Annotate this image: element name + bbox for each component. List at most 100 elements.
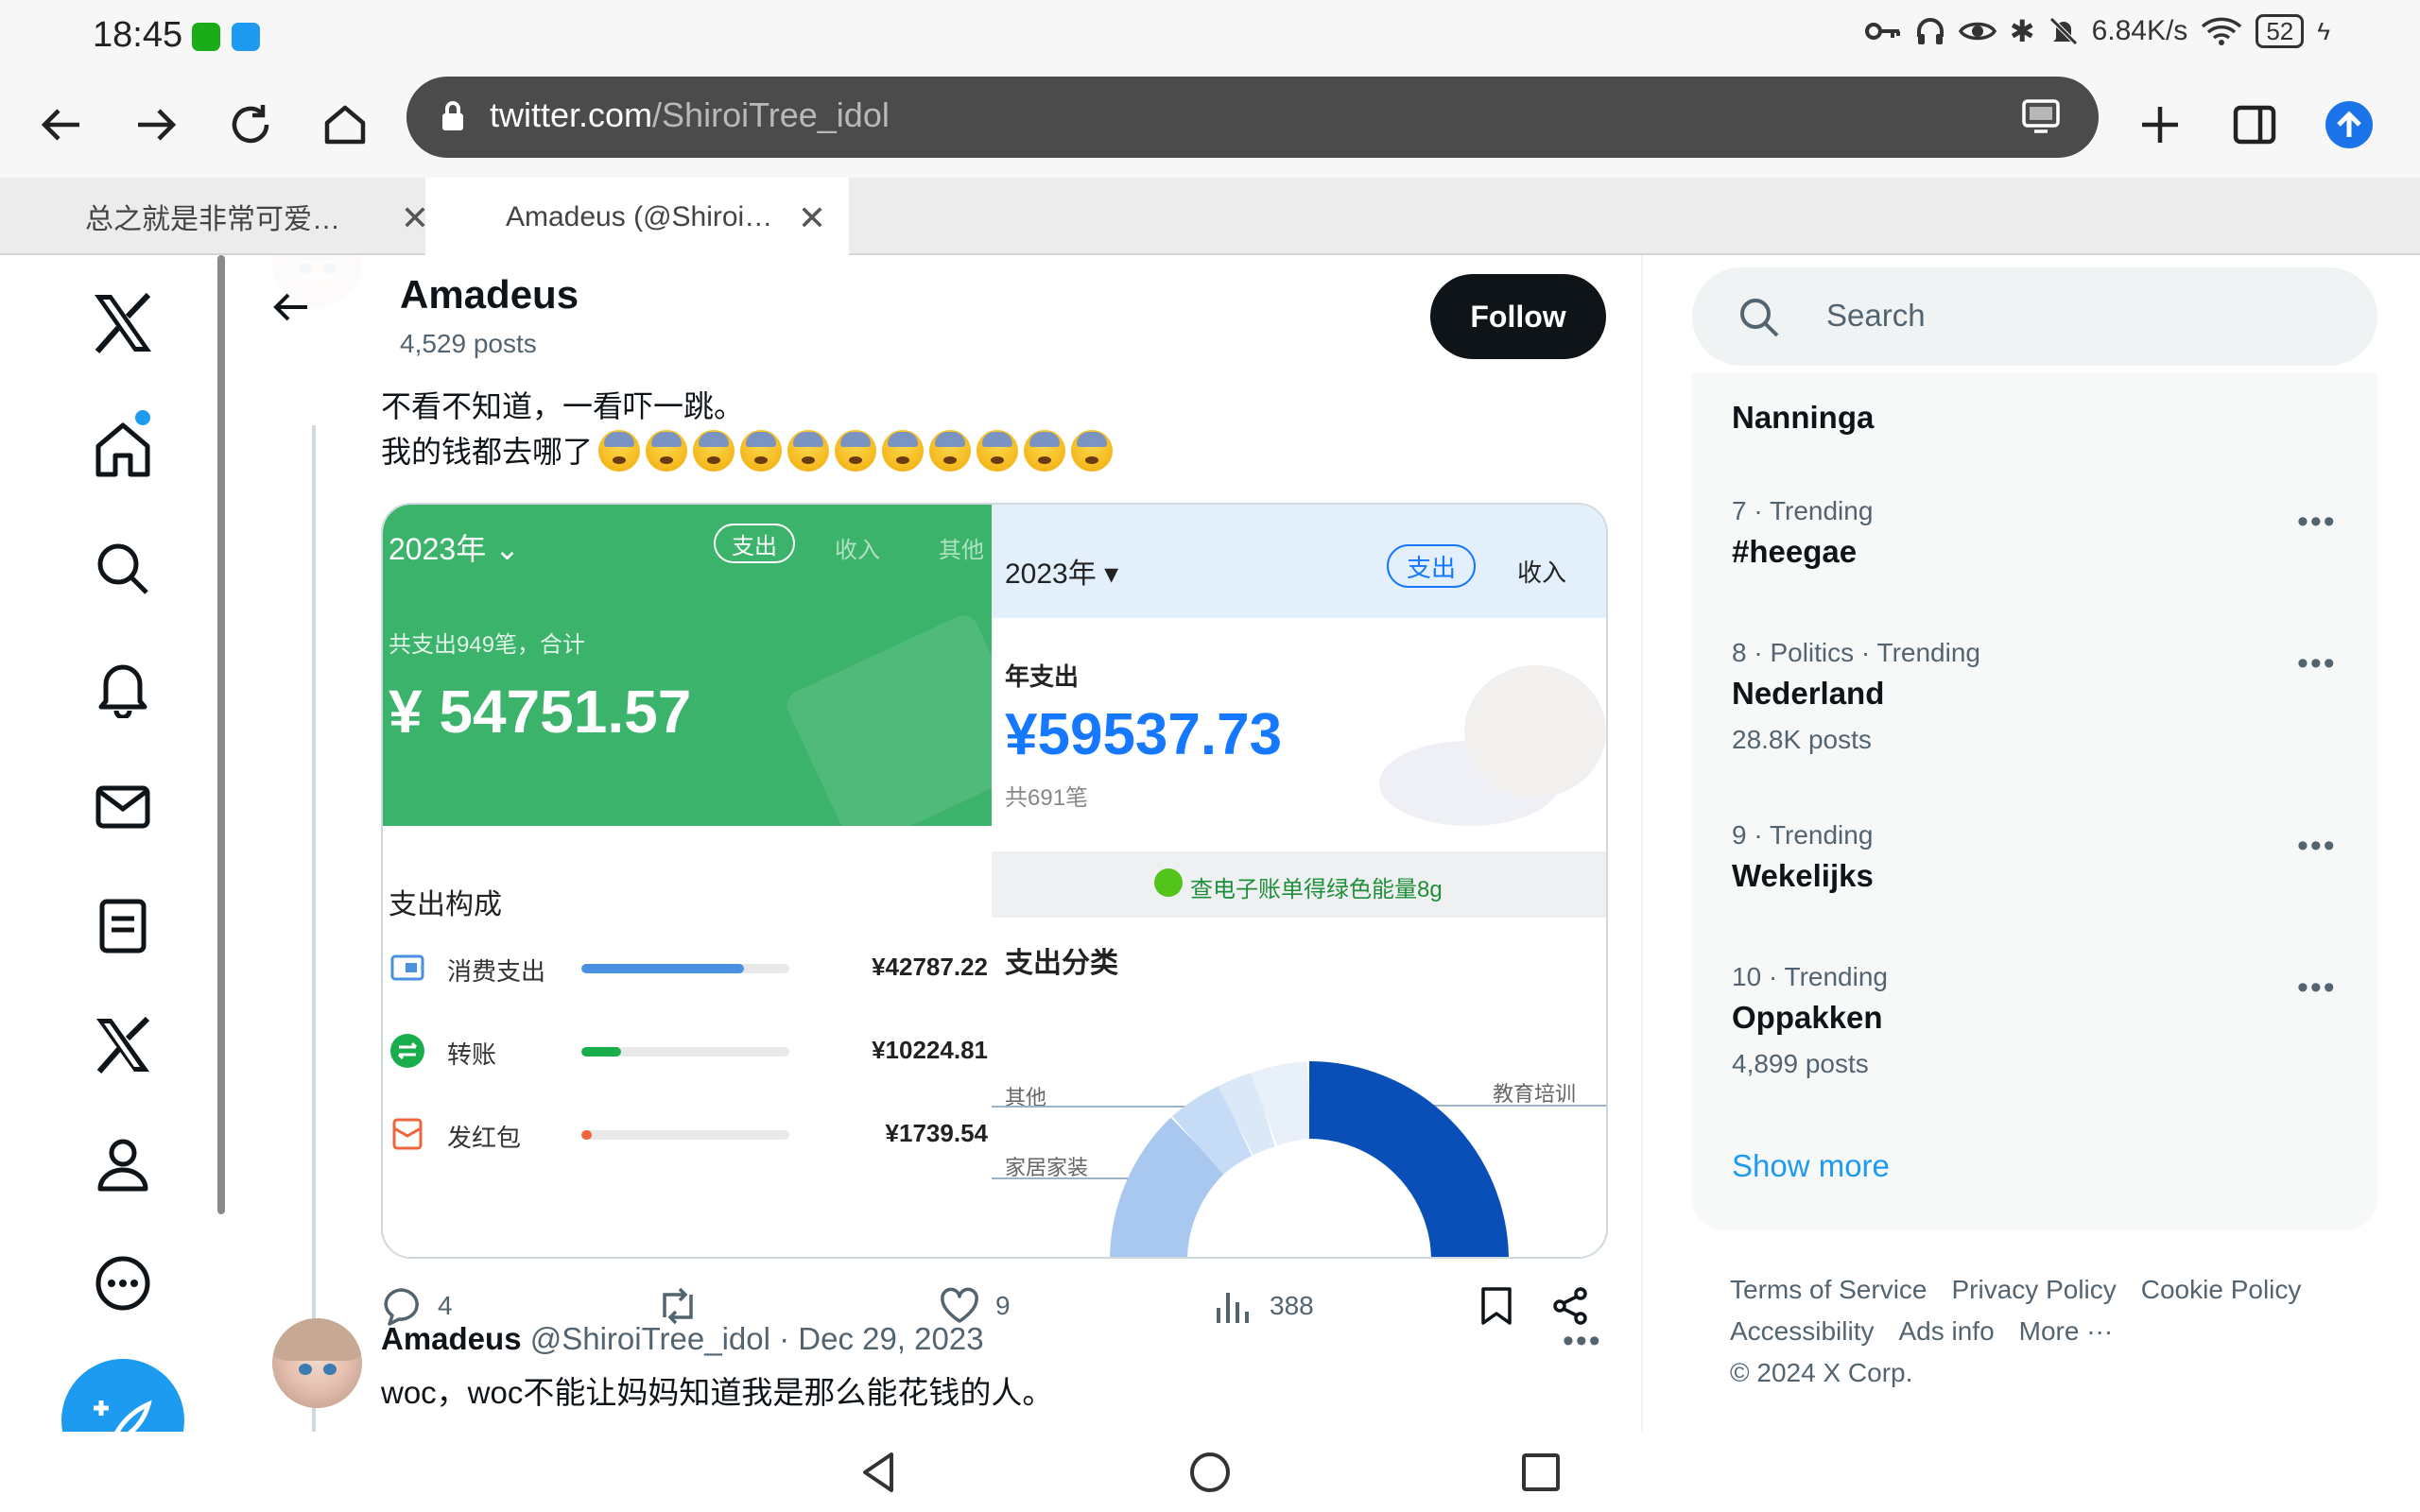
show-more-link[interactable]: Show more [1732,1148,1890,1184]
year-selector: 2023年 ⌄ [389,532,520,566]
address-bar[interactable]: twitter.com/ShiroiTree_idol [406,77,2099,158]
anxious-face-emoji [646,430,688,472]
profile-icon[interactable] [85,1126,161,1202]
tab-strip: 总之就是非常可爱… ✕ Amadeus (@Shiroi… ✕ [0,178,2420,257]
tab-other: 其他 [939,538,984,563]
charging-icon: ϟ [2317,16,2330,45]
section-title: 支出构成 [389,889,502,920]
split-view-icon [2233,105,2276,145]
bookmark-button[interactable] [1478,1285,1515,1327]
tab-label: 总之就是非常可爱… [85,204,340,235]
search-icon[interactable] [85,531,161,607]
search-input[interactable]: Search [1692,267,2377,366]
trend-item[interactable]: 9 · Trending Wekelijks [1732,820,1874,894]
tab-1[interactable]: 总之就是非常可爱… ✕ [28,178,452,255]
nav-recents-icon[interactable] [1517,1449,1564,1496]
trend-more-button[interactable]: ••• [2297,645,2337,682]
back-button[interactable] [268,284,315,335]
follow-button[interactable]: Follow [1430,274,1606,359]
tab-2[interactable]: Amadeus (@Shiroi… ✕ [425,178,849,257]
new-tab-button[interactable] [2122,87,2198,163]
wallet-icon [389,949,426,987]
trend-item[interactable]: Nanninga [1732,392,1874,436]
nav-back-icon[interactable] [856,1449,903,1496]
arrow-left-icon [273,293,307,321]
forward-button[interactable] [118,87,194,163]
home-button[interactable] [307,87,383,163]
status-bar: 18:45 ✱ 6.84K/s 52 ϟ [0,0,2420,74]
trend-meta: 8 · Politics · Trending [1732,638,1980,667]
anxious-face-emoji [693,430,735,472]
wechat-icon [192,23,220,51]
alipay-bill-screenshot: 2023年 ▾ 支出 收入 年支出 ¥59537.73 共691笔 查电子账单得… [992,505,1606,1257]
expense-row: 发红包 ¥1739.54 [383,1106,992,1162]
trend-more-button[interactable]: ••• [2297,504,2337,541]
display-name[interactable]: Amadeus [381,1321,522,1356]
notifications-bell-icon[interactable] [85,650,161,726]
trend-item[interactable]: 8 · Politics · Trending Nederland 28.8K po… [1732,638,1980,755]
bluetooth-icon: ✱ [2009,14,2035,48]
bar-chart-icon [1217,1293,1249,1323]
profile-name: Amadeus [400,272,579,317]
arrow-up-circle-icon [2325,101,2373,148]
close-icon[interactable]: ✕ [798,198,826,238]
reply-count: 4 [438,1291,453,1320]
trends-panel: Nanninga 7 · Trending #heegae ••• 8 · Polit… [1692,373,2377,1229]
sidebar-toggle-button[interactable] [2217,87,2292,163]
footer-link[interactable]: Accessibility [1730,1316,1874,1346]
url-text[interactable]: twitter.com/ShiroiTree_idol [490,95,890,135]
expense-bar [581,964,789,973]
trend-posts: 4,899 posts [1732,1049,1869,1078]
handle-date[interactable]: @ShiroiTree_idol · Dec 29, 2023 [530,1321,984,1356]
footer-link[interactable]: Ads info [1898,1316,1994,1346]
status-icons: ✱ 6.84K/s 52 ϟ [1864,13,2330,49]
footer-links: Terms of Service Privacy Policy Cookie Pol… [1730,1269,2392,1394]
lock-icon [442,101,463,130]
tab-income: 收入 [835,538,880,563]
premium-x-icon[interactable] [85,1007,161,1083]
trend-more-button[interactable]: ••• [2297,970,2337,1006]
anxious-face-emoji [1024,430,1066,472]
views-button[interactable]: 388 [1213,1285,1314,1327]
tweet-text: 我的钱都去哪了 [381,435,594,469]
home-icon[interactable] [85,412,161,488]
nav-home-icon[interactable] [1186,1449,1234,1496]
desktop-view-icon[interactable] [2021,97,2061,135]
trend-meta: 7 · Trending [1732,496,1874,525]
footer-link[interactable]: Cookie Policy [2141,1275,2302,1304]
share-icon [1553,1287,1587,1325]
reload-button[interactable] [213,87,288,163]
trend-item[interactable]: 7 · Trending #heegae [1732,496,1873,570]
more-circle-icon[interactable] [85,1246,161,1321]
url-path: /ShiroiTree_idol [652,95,890,134]
red-envelope-icon [389,1115,426,1153]
scrollbar[interactable] [217,255,225,1214]
expense-category: 转账 [447,1040,497,1069]
headphones-icon [1916,18,1944,44]
lists-icon[interactable] [85,888,161,964]
footer-link[interactable]: Privacy Policy [1952,1275,2117,1304]
back-button[interactable] [24,87,99,163]
avatar[interactable] [272,1318,362,1408]
tweet-more-button[interactable]: ••• [1563,1323,1602,1360]
anxious-face-emoji [1071,430,1114,472]
key-icon [1864,23,1900,40]
tweet-media[interactable]: 2023年 ⌄ 支出 收入 其他 共支出949笔，合计 ¥ 54751.57 支… [381,503,1608,1259]
expense-amount: ¥10224.81 [872,1036,988,1064]
trend-name: Nanninga [1732,400,1875,435]
anxious-face-emoji [835,430,877,472]
footer-link[interactable]: More ··· [2019,1316,2114,1346]
tab-label: Amadeus (@Shiroi… [506,201,773,232]
net-speed: 6.84K/s [2091,15,2188,46]
x-logo-icon[interactable] [85,285,161,361]
update-button[interactable] [2311,87,2387,163]
trend-more-button[interactable]: ••• [2297,828,2337,865]
trend-item[interactable]: 10 · Trending Oppakken 4,899 posts [1732,962,1888,1079]
messages-envelope-icon[interactable] [85,769,161,845]
wechat-summary-panel: 2023年 ⌄ 支出 收入 其他 共支出949笔，合计 ¥ 54751.57 [383,505,992,826]
share-button[interactable] [1549,1285,1591,1327]
expense-bar-fill [581,1130,592,1140]
expense-bar-fill [581,964,744,973]
search-icon [1740,299,1779,337]
footer-link[interactable]: Terms of Service [1730,1275,1927,1304]
